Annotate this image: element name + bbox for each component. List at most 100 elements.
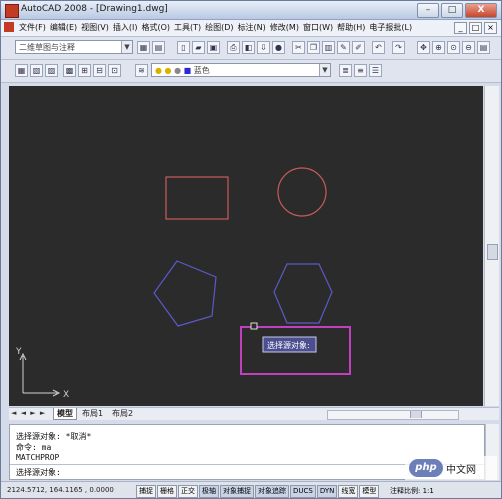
otrack-toggle[interactable]: 对象追踪 — [255, 485, 289, 498]
plot-preview-icon[interactable]: ◧ — [242, 41, 255, 54]
workspace-lock-icon[interactable]: ▤ — [152, 41, 165, 54]
drawing-canvas[interactable]: 选择源对象: Y X — [9, 86, 483, 406]
close-button[interactable]: X — [465, 3, 497, 18]
tab-layout1[interactable]: 布局1 — [79, 408, 106, 419]
undo-icon[interactable]: ↶ — [372, 41, 385, 54]
horizontal-scrollbar[interactable] — [327, 410, 459, 420]
design-center-icon[interactable]: ● — [272, 41, 285, 54]
copy-icon[interactable]: ❐ — [307, 41, 320, 54]
layer-states-icon[interactable]: ⊞ — [78, 64, 91, 77]
new-file-icon[interactable]: ▯ — [177, 41, 190, 54]
zoom-realtime-icon[interactable]: ⊕ — [432, 41, 445, 54]
workspace-select[interactable]: 二维草图与注释 ▼ — [15, 40, 133, 54]
pickbox-cursor — [250, 322, 258, 330]
command-history-line: 命令: ma — [16, 443, 52, 452]
lightbulb-icon: ● — [155, 66, 162, 75]
linetype-icon[interactable]: ≡ — [354, 64, 367, 77]
menu-modify[interactable]: 修改(M) — [268, 22, 301, 33]
menu-help[interactable]: 帮助(H) — [335, 22, 367, 33]
polar-toggle[interactable]: 极轴 — [199, 485, 219, 498]
properties-icon[interactable]: ▤ — [477, 41, 490, 54]
tab-model[interactable]: 模型 — [53, 408, 77, 420]
lineweight-icon[interactable]: ☰ — [369, 64, 382, 77]
cut-icon[interactable]: ✂ — [292, 41, 305, 54]
annotation-scale[interactable]: 注释比例: 1:1 — [390, 486, 434, 496]
tab-nav-arrows[interactable]: ◄ ◄ ► ► — [11, 409, 46, 417]
vertical-scrollbar[interactable] — [484, 86, 499, 406]
command-history-line: 选择源对象: *取消* — [16, 432, 92, 441]
match-properties-icon[interactable]: ✎ — [337, 41, 350, 54]
print-icon[interactable]: ⎙ — [227, 41, 240, 54]
menu-file[interactable]: 文件(F) — [17, 22, 48, 33]
publish-icon[interactable]: ⇩ — [257, 41, 270, 54]
menu-bar: 文件(F) 编辑(E) 视图(V) 插入(I) 格式(O) 工具(T) 绘图(D… — [1, 20, 501, 37]
pan-icon[interactable]: ✥ — [417, 41, 430, 54]
minimize-button[interactable]: – — [417, 3, 439, 18]
redo-icon[interactable]: ↷ — [392, 41, 405, 54]
ortho-toggle[interactable]: 正交 — [178, 485, 198, 498]
make-current-icon[interactable]: ▩ — [63, 64, 76, 77]
menu-dimension[interactable]: 标注(N) — [236, 22, 268, 33]
save-icon[interactable]: ▣ — [207, 41, 220, 54]
ucs-x-label: X — [63, 390, 69, 400]
layer-previous-icon[interactable]: ▧ — [30, 64, 43, 77]
zoom-previous-icon[interactable]: ⊖ — [462, 41, 475, 54]
layer-walk-icon[interactable]: ⊟ — [93, 64, 106, 77]
standard-toolbar: 二维草图与注释 ▼ ▦ ▤ ▯ ▰ ▣ ⎙ ◧ ⇩ ● ✂ ❐ ▥ ✎ ✐ ↶ … — [1, 37, 501, 60]
blue-pentagon[interactable] — [153, 260, 217, 327]
osnap-toggle[interactable]: 对象捕捉 — [220, 485, 254, 498]
block-editor-icon[interactable]: ✐ — [352, 41, 365, 54]
title-bar[interactable]: AutoCAD 2008 - [Drawing1.dwg] – □ X — [1, 1, 501, 20]
menu-tools[interactable]: 工具(T) — [172, 22, 203, 33]
workspace-value: 二维草图与注释 — [19, 43, 75, 52]
open-file-icon[interactable]: ▰ — [192, 41, 205, 54]
annotation-scale-value: 1:1 — [422, 487, 434, 495]
menu-edit[interactable]: 编辑(E) — [48, 22, 79, 33]
blue-hexagon[interactable] — [273, 263, 333, 324]
coordinate-readout[interactable]: 2124.5712, 164.1165 , 0.0000 — [7, 486, 114, 494]
color-swatch-icon: ■ — [183, 66, 192, 75]
vertical-scroll-thumb[interactable] — [487, 244, 498, 260]
layer-manager-icon[interactable]: ▦ — [15, 64, 28, 77]
doc-restore-button[interactable]: □ — [469, 22, 482, 34]
workspace-settings-icon[interactable]: ▦ — [137, 41, 150, 54]
layers-properties-toolbar: ▦ ▧ ▨ ▩ ⊞ ⊟ ⊡ ≋ ● ● ● ■ 蓝色 ▼ ≣ ≡ ☰ — [1, 60, 501, 83]
chevron-down-icon[interactable]: ▼ — [319, 64, 330, 76]
grid-toggle[interactable]: 栅格 — [157, 485, 177, 498]
command-prompt[interactable]: 选择源对象: — [16, 467, 61, 478]
menu-insert[interactable]: 插入(I) — [111, 22, 140, 33]
doc-close-button[interactable]: × — [484, 22, 497, 34]
layer-iso-icon[interactable]: ▨ — [45, 64, 58, 77]
site-watermark: php 中文网 — [405, 456, 497, 480]
dyn-toggle[interactable]: DYN — [316, 485, 338, 498]
chevron-down-icon[interactable]: ▼ — [121, 41, 132, 53]
menu-ereport[interactable]: 电子报批(L) — [367, 22, 414, 33]
horizontal-scroll-thumb[interactable] — [410, 411, 422, 418]
red-rectangle[interactable] — [165, 176, 229, 220]
drawing-svg[interactable]: 选择源对象: Y X — [9, 86, 483, 406]
menu-window[interactable]: 窗口(W) — [301, 22, 335, 33]
layer-select[interactable]: ● ● ● ■ 蓝色 ▼ — [151, 63, 331, 77]
menu-draw[interactable]: 绘图(D) — [203, 22, 235, 33]
lineweight-toggle[interactable]: 线宽 — [338, 485, 359, 498]
menu-format[interactable]: 格式(O) — [139, 22, 172, 33]
ducs-toggle[interactable]: DUCS — [290, 485, 316, 498]
zoom-window-icon[interactable]: ⊙ — [447, 41, 460, 54]
red-circle[interactable] — [277, 167, 327, 217]
layer-name: 蓝色 — [193, 66, 210, 75]
layer-freeze-icon[interactable]: ⊡ — [108, 64, 121, 77]
tab-layout2[interactable]: 布局2 — [109, 408, 136, 419]
paste-icon[interactable]: ▥ — [322, 41, 335, 54]
autocad-window: AutoCAD 2008 - [Drawing1.dwg] – □ X 文件(F… — [0, 0, 502, 499]
color-control-icon[interactable]: ≣ — [339, 64, 352, 77]
snap-toggle[interactable]: 捕捉 — [136, 485, 156, 498]
annotation-scale-label: 注释比例: — [390, 487, 421, 495]
php-logo: php — [409, 459, 443, 477]
model-toggle[interactable]: 模型 — [359, 485, 380, 498]
menu-view[interactable]: 视图(V) — [79, 22, 111, 33]
maximize-button[interactable]: □ — [441, 3, 463, 18]
doc-minimize-button[interactable]: _ — [454, 22, 467, 34]
layers-stack-icon[interactable]: ≋ — [135, 64, 148, 77]
layout-tabs: ◄ ◄ ► ► 模型 布局1 布局2 — [9, 407, 499, 420]
window-title: AutoCAD 2008 - [Drawing1.dwg] — [21, 4, 168, 14]
